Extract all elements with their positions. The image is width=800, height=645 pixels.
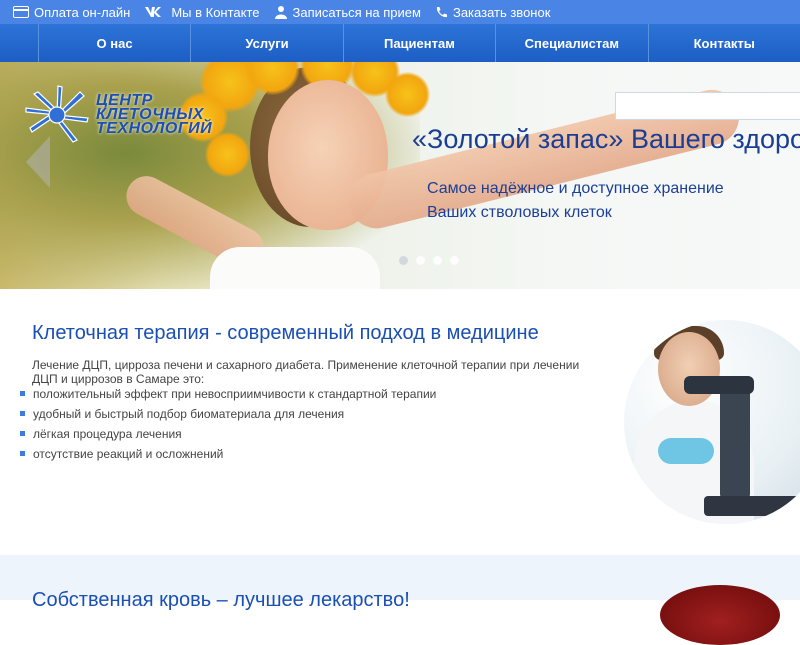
lab-image-microscope-base [704, 496, 800, 516]
vk-icon [145, 7, 162, 17]
hero-subtitle-line: Ваших стволовых клеток [427, 204, 612, 221]
logo-line: ТЕХНОЛОГИЙ [96, 120, 213, 137]
hero-slider: ЦЕНТР КЛЕТОЧНЫХ ТЕХНОЛОГИЙ «Золотой запа… [0, 62, 800, 289]
nav-item-specialists[interactable]: Специалистам [496, 24, 649, 62]
hero-image-dress [210, 247, 380, 289]
callback-label: Заказать звонок [452, 4, 551, 20]
online-payment-label: Оплата он-лайн [34, 4, 131, 20]
microscope-scientist-image [624, 320, 800, 524]
list-item: отсутствие реакций и осложнений [20, 446, 436, 466]
slider-dots [399, 256, 467, 265]
nav-spacer [0, 24, 39, 62]
hero-subtitle-line: Самое надёжное и доступное хранение [427, 180, 724, 197]
lab-image-microscope-eyepiece [684, 376, 754, 394]
online-payment-link[interactable]: Оплата он-лайн [13, 5, 130, 20]
section-title-own-blood: Собственная кровь – лучшее лекарство! [32, 589, 410, 611]
nav-item-patients[interactable]: Пациентам [344, 24, 497, 62]
nav-item-services[interactable]: Услуги [191, 24, 344, 62]
list-item: удобный и быстрый подбор биоматериала дл… [20, 406, 436, 426]
benefits-list: положительный эффект при невосприимчивос… [20, 386, 436, 466]
doctor-icon [274, 6, 287, 19]
list-item-text: отсутствие реакций и осложнений [33, 447, 224, 461]
nav-item-contacts[interactable]: Контакты [649, 24, 800, 62]
appointment-link[interactable]: Записаться на прием [274, 5, 421, 20]
vk-link[interactable]: Мы в Контакте [144, 4, 260, 20]
list-item-text: лёгкая процедура лечения [33, 427, 182, 441]
bullet-square-icon [20, 431, 25, 436]
list-item: лёгкая процедура лечения [20, 426, 436, 446]
slider-dot[interactable] [399, 256, 408, 265]
section-intro-text: Лечение ДЦП, цирроза печени и сахарного … [32, 358, 580, 386]
slider-dot[interactable] [416, 256, 425, 265]
bullet-square-icon [20, 451, 25, 456]
bullet-square-icon [20, 411, 25, 416]
lab-image-head [658, 332, 720, 406]
nav-item-about[interactable]: О нас [39, 24, 192, 62]
search-box[interactable] [615, 92, 800, 120]
bullet-square-icon [20, 391, 25, 396]
list-item: положительный эффект при невосприимчивос… [20, 386, 436, 406]
hero-subtitle: Самое надёжное и доступное хранение Ваши… [427, 177, 724, 225]
site-logo[interactable]: ЦЕНТР КЛЕТОЧНЫХ ТЕХНОЛОГИЙ [22, 84, 212, 146]
slider-prev-arrow-icon[interactable] [26, 136, 50, 188]
lab-image-microscope [720, 380, 750, 500]
main-nav: О нас Услуги Пациентам Специалистам Конт… [0, 24, 800, 62]
callback-link[interactable]: Заказать звонок [435, 5, 550, 20]
section-title-cell-therapy: Клеточная терапия - современный подход в… [32, 322, 539, 344]
hero-title: «Золотой запас» Вашего здоровья [412, 124, 800, 154]
appointment-label: Записаться на прием [292, 4, 421, 20]
phone-icon [436, 6, 447, 17]
hero-image-flower [385, 72, 430, 117]
slider-dot[interactable] [433, 256, 442, 265]
slider-dot[interactable] [450, 256, 459, 265]
blood-image [660, 585, 780, 645]
list-item-text: положительный эффект при невосприимчивос… [33, 387, 437, 401]
credit-card-icon [13, 6, 29, 18]
lab-image-glove [658, 438, 714, 464]
list-item-text: удобный и быстрый подбор биоматериала дл… [33, 407, 345, 421]
top-bar: Оплата он-лайн Мы в Контакте Записаться … [0, 0, 800, 24]
vk-label: Мы в Контакте [171, 4, 260, 20]
logo-text: ЦЕНТР КЛЕТОЧНЫХ ТЕХНОЛОГИЙ [96, 93, 213, 137]
search-input[interactable] [616, 93, 800, 119]
